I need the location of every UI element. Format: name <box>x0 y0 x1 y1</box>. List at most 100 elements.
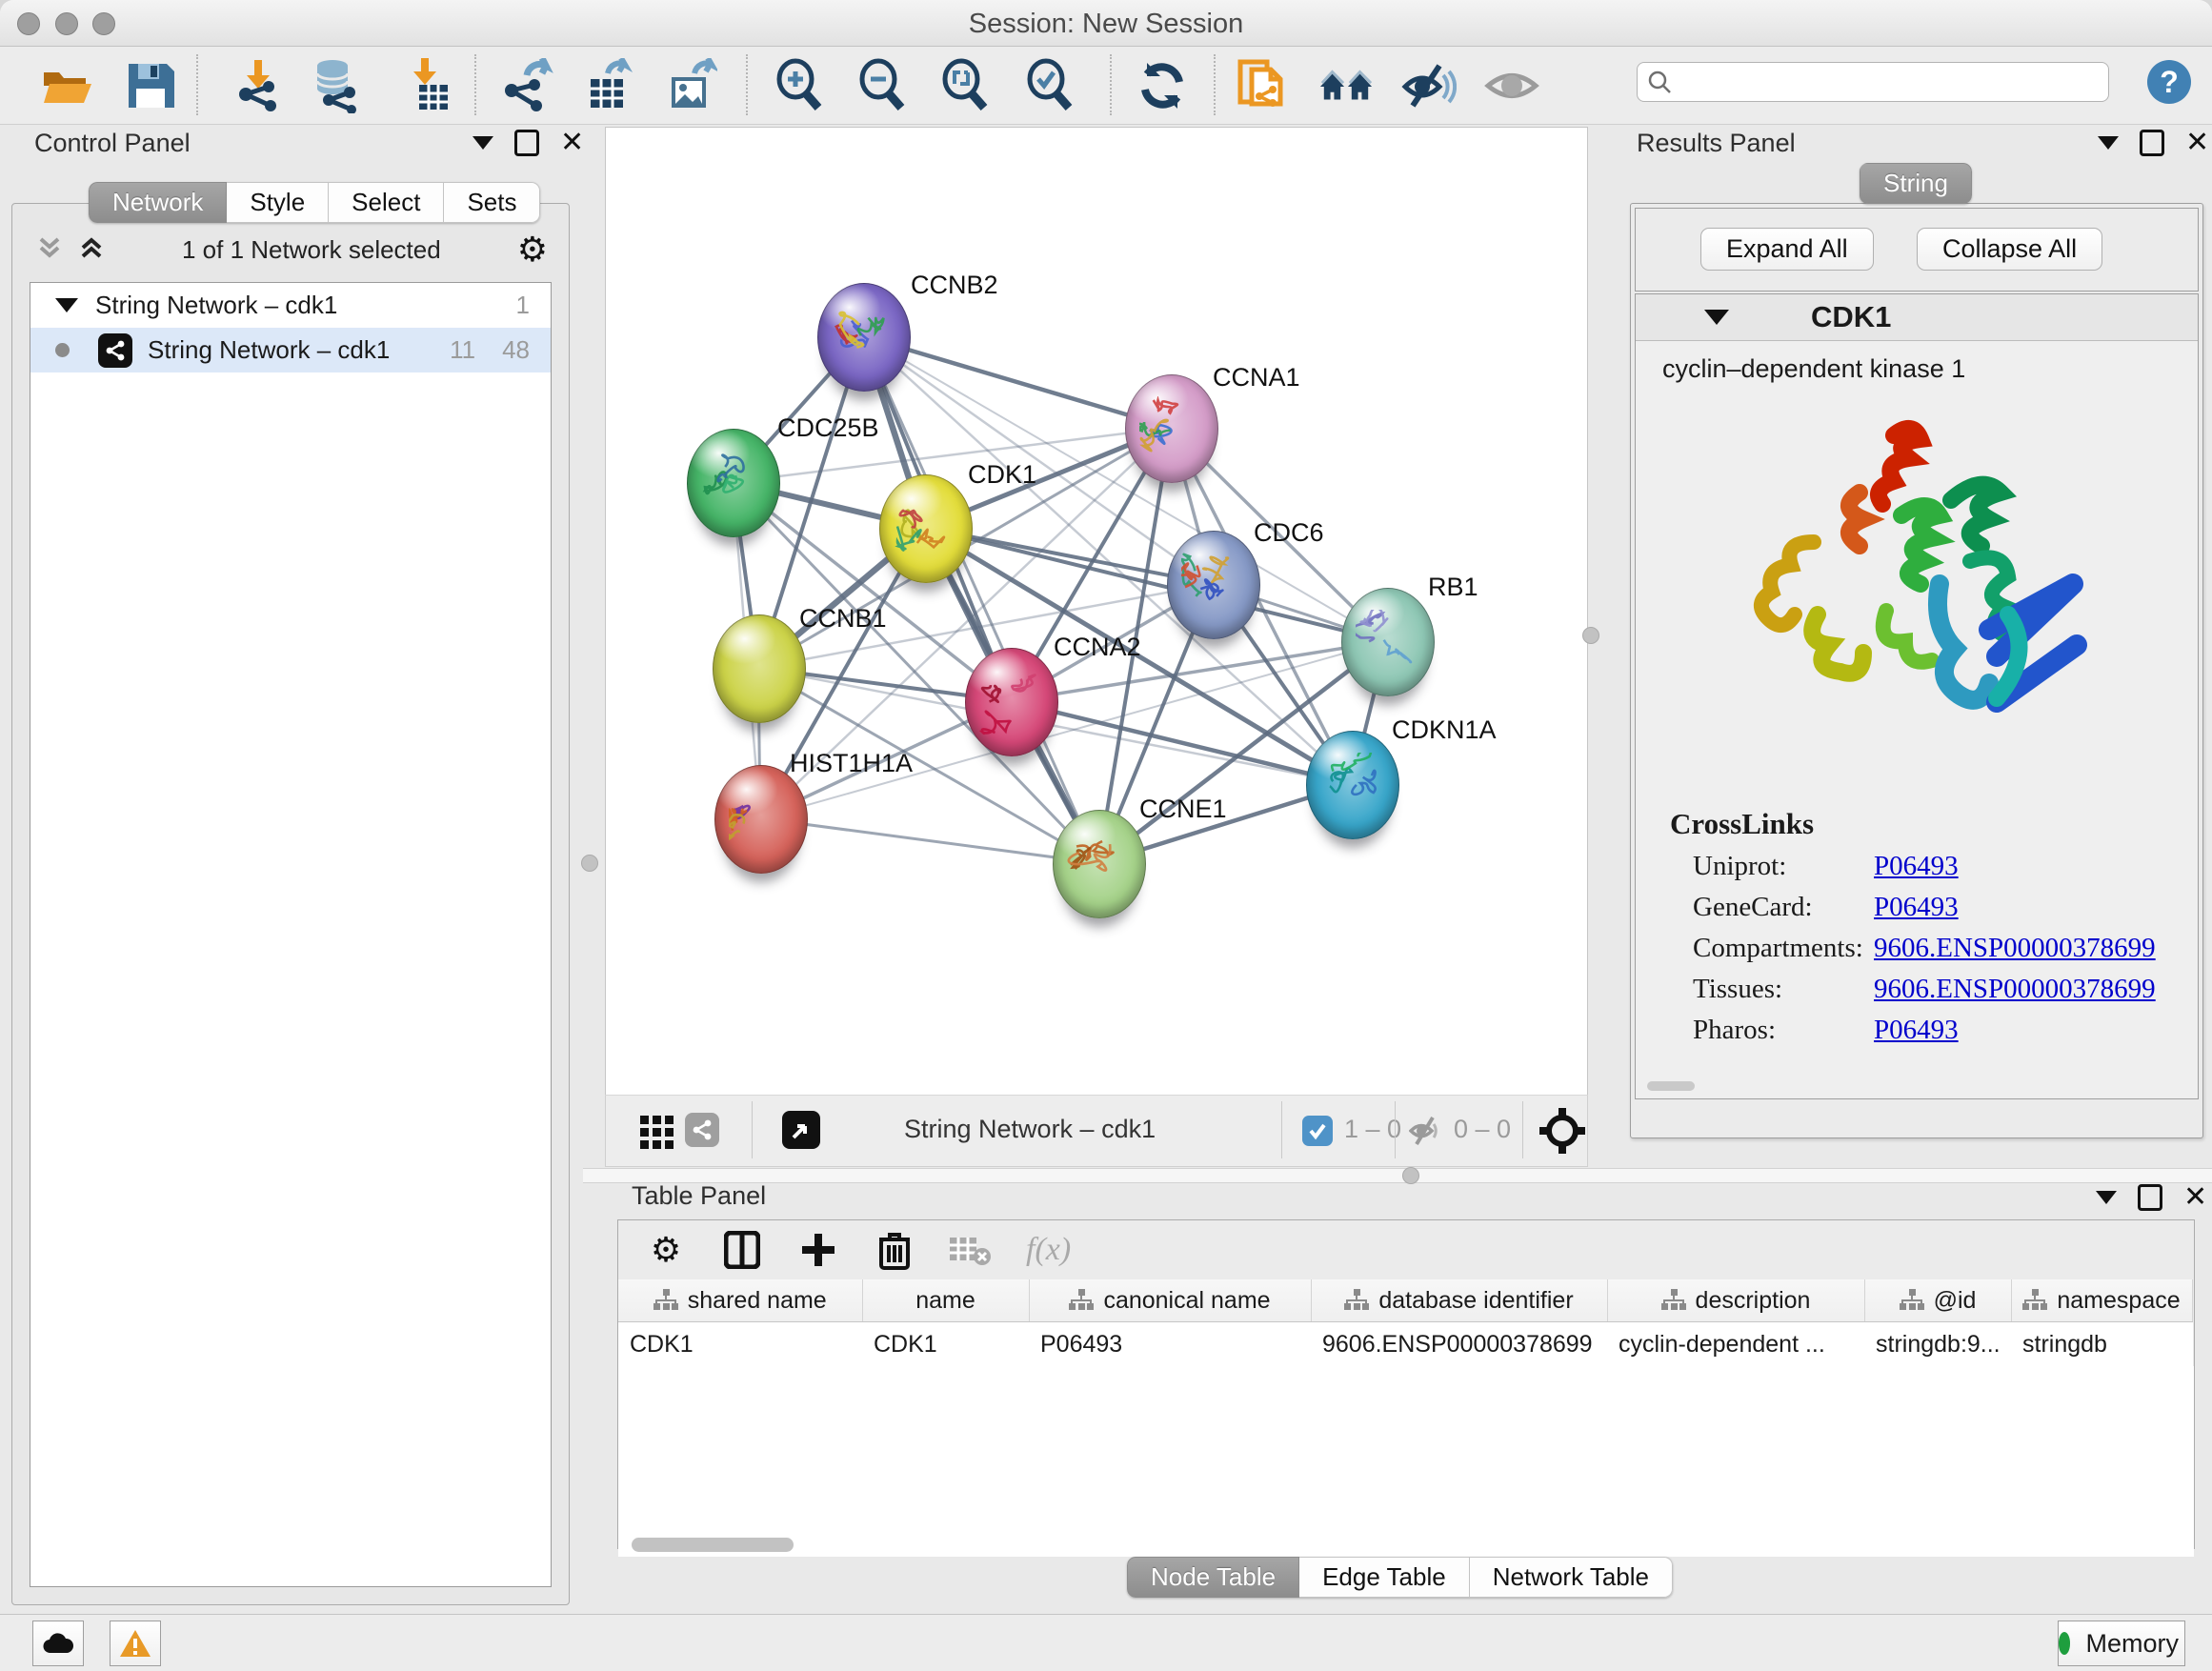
refresh-icon[interactable] <box>1135 58 1190 113</box>
network-collection-row[interactable]: String Network – cdk1 1 <box>30 283 551 328</box>
column-header-canonical-name[interactable]: canonical name <box>1029 1279 1311 1322</box>
network-node-ccnb1[interactable] <box>713 614 806 723</box>
tab-edge-table[interactable]: Edge Table <box>1299 1557 1470 1598</box>
hidden-eye-icon[interactable] <box>1409 1115 1445 1152</box>
import-network-from-file-icon[interactable] <box>231 58 286 113</box>
network-node-ccna1[interactable] <box>1125 374 1218 483</box>
fit-selected-crosshair-icon[interactable] <box>1539 1108 1585 1158</box>
network-edge-ccnb2-ccne1[interactable] <box>863 336 1098 863</box>
scrollbar-thumb[interactable] <box>632 1538 794 1552</box>
warnings-button[interactable] <box>110 1621 161 1666</box>
help-button[interactable]: ? <box>2147 60 2191 104</box>
vertical-splitter-handle[interactable] <box>581 855 598 872</box>
panel-menu-icon[interactable] <box>2098 136 2119 150</box>
network-node-cdk1[interactable] <box>879 474 973 583</box>
import-network-from-database-icon[interactable] <box>308 58 363 113</box>
tab-sets[interactable]: Sets <box>444 182 540 223</box>
network-node-cdkn1a[interactable] <box>1306 731 1399 839</box>
export-network-icon[interactable] <box>498 58 553 113</box>
panel-close-icon[interactable]: ✕ <box>2183 1187 2207 1208</box>
tab-network-table[interactable]: Network Table <box>1470 1557 1673 1598</box>
delete-table-icon[interactable] <box>950 1229 992 1271</box>
table-options-gear-icon[interactable]: ⚙ <box>645 1229 687 1271</box>
first-neighbors-icon[interactable] <box>1318 58 1374 113</box>
network-node-rb1[interactable] <box>1341 588 1435 696</box>
cell-description[interactable]: cyclin-dependent ... <box>1607 1322 1864 1367</box>
cell-shared-name[interactable]: CDK1 <box>618 1322 862 1367</box>
network-node-ccne1[interactable] <box>1053 810 1146 918</box>
results-scrollbar-thumb[interactable] <box>1647 1081 1695 1091</box>
crosslink-value-link[interactable]: P06493 <box>1874 1015 1959 1046</box>
column-header-name[interactable]: name <box>862 1279 1029 1322</box>
add-column-icon[interactable] <box>797 1229 839 1271</box>
crosslink-value-link[interactable]: 9606.ENSP00000378699 <box>1874 974 2156 1005</box>
tab-string[interactable]: String <box>1860 163 1972 204</box>
panel-menu-icon[interactable] <box>473 136 493 150</box>
collapse-all-icon[interactable] <box>35 233 64 267</box>
import-table-from-file-icon[interactable] <box>398 58 453 113</box>
network-node-ccnb2[interactable] <box>817 283 911 392</box>
zoom-fit-icon[interactable] <box>938 58 994 113</box>
cell-database-identifier[interactable]: 9606.ENSP00000378699 <box>1311 1322 1607 1367</box>
birds-eye-view-icon[interactable] <box>782 1111 820 1149</box>
network-node-hist1h1a[interactable] <box>714 765 808 874</box>
show-all-icon[interactable] <box>1484 58 1539 113</box>
protein-header[interactable]: CDK1 <box>1636 294 2198 341</box>
column-header-database-identifier[interactable]: database identifier <box>1311 1279 1607 1322</box>
hide-selected-icon[interactable] <box>1401 58 1457 113</box>
cloud-status-button[interactable] <box>32 1621 84 1666</box>
column-header-description[interactable]: description <box>1607 1279 1864 1322</box>
memory-button[interactable]: Memory <box>2058 1621 2185 1666</box>
column-header-shared-name[interactable]: shared name <box>618 1279 862 1322</box>
table-horizontal-scrollbar[interactable] <box>618 1534 2194 1557</box>
tab-select[interactable]: Select <box>329 182 444 223</box>
search-box[interactable] <box>1637 62 2109 102</box>
expand-all-button[interactable]: Expand All <box>1700 228 1874 271</box>
export-table-icon[interactable] <box>579 58 634 113</box>
cell-namespace[interactable]: stringdb <box>2011 1322 2192 1367</box>
save-session-icon[interactable] <box>123 58 178 113</box>
collection-expand-icon[interactable] <box>55 298 78 312</box>
panel-close-icon[interactable]: ✕ <box>2185 132 2209 153</box>
cell-name[interactable]: CDK1 <box>862 1322 1029 1367</box>
export-image-icon[interactable] <box>662 58 717 113</box>
network-style-badge-icon[interactable] <box>685 1113 719 1147</box>
crosslink-value-link[interactable]: 9606.ENSP00000378699 <box>1874 933 2156 964</box>
panel-float-icon[interactable] <box>2138 1184 2162 1211</box>
grid-view-icon[interactable] <box>630 1105 685 1160</box>
tab-network[interactable]: Network <box>89 182 227 223</box>
cell-id[interactable]: stringdb:9... <box>1864 1322 2011 1367</box>
expand-all-icon[interactable] <box>77 233 106 267</box>
show-columns-icon[interactable] <box>721 1229 763 1271</box>
cell-canonical-name[interactable]: P06493 <box>1029 1322 1311 1367</box>
column-header-id[interactable]: @id <box>1864 1279 2011 1322</box>
crosslink-value-link[interactable]: P06493 <box>1874 851 1959 882</box>
selected-checkbox-icon[interactable] <box>1302 1116 1333 1146</box>
column-header-namespace[interactable]: namespace <box>2011 1279 2192 1322</box>
open-session-icon[interactable] <box>39 58 94 113</box>
collapse-all-button[interactable]: Collapse All <box>1917 228 2102 271</box>
network-node-cdc6[interactable] <box>1167 531 1260 639</box>
tab-style[interactable]: Style <box>227 182 329 223</box>
function-builder-button[interactable]: f(x) <box>1026 1232 1071 1268</box>
zoom-selected-icon[interactable] <box>1023 58 1078 113</box>
network-row-selected[interactable]: String Network – cdk1 11 48 <box>30 328 551 372</box>
protein-collapse-icon[interactable] <box>1704 310 1729 325</box>
panel-float-icon[interactable] <box>514 130 539 156</box>
network-node-cdc25b[interactable] <box>687 429 780 537</box>
tab-node-table[interactable]: Node Table <box>1127 1557 1299 1598</box>
network-edge-hist1h1a-ccne1[interactable] <box>760 818 1098 863</box>
zoom-out-icon[interactable] <box>855 58 911 113</box>
network-node-ccna2[interactable] <box>965 648 1058 756</box>
delete-column-icon[interactable] <box>874 1229 915 1271</box>
zoom-in-icon[interactable] <box>773 58 828 113</box>
table-row[interactable]: CDK1 CDK1 P06493 9606.ENSP00000378699 cy… <box>618 1322 2192 1367</box>
panel-close-icon[interactable]: ✕ <box>560 132 584 153</box>
clone-network-icon[interactable] <box>1235 58 1290 113</box>
search-input[interactable] <box>1672 68 2085 96</box>
vertical-splitter-handle-right[interactable] <box>1582 627 1599 644</box>
panel-menu-icon[interactable] <box>2096 1191 2117 1204</box>
network-canvas[interactable]: CCNB2CCNA1CDC25BCDK1CDC6RB1CCNB1CCNA2CDK… <box>605 127 1588 1096</box>
crosslink-value-link[interactable]: P06493 <box>1874 892 1959 923</box>
network-options-gear-icon[interactable]: ⚙ <box>517 232 548 267</box>
